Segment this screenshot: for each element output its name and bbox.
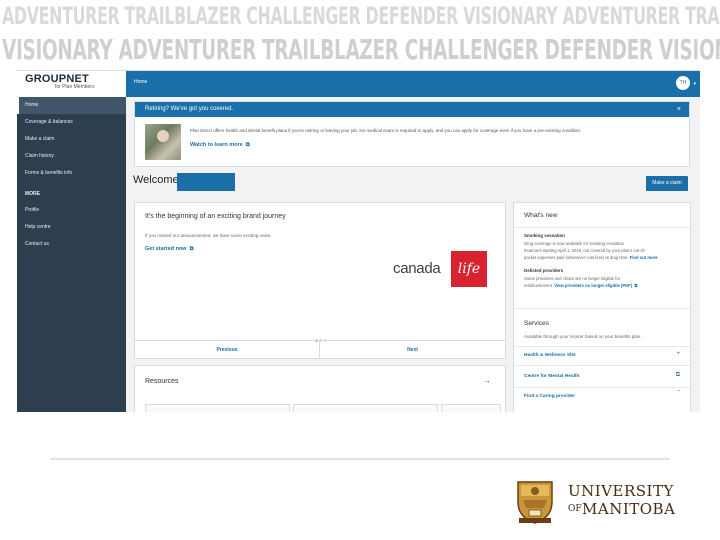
services-title: Services (524, 320, 549, 327)
divider (514, 308, 690, 309)
main-content: Retiring? We've got you covered. × Plan … (126, 97, 700, 412)
smoking-cessation-line-text: pocket expenses paid (whenever cost less… (524, 255, 629, 260)
watch-learn-more-link[interactable]: Watch to learn more ⧉ (190, 142, 250, 149)
university-name-line2: MANITOBA (582, 500, 676, 518)
find-out-more-link[interactable]: Find out more (630, 255, 658, 260)
sidebar-item-home[interactable]: Home (17, 97, 126, 114)
banner-row-2: VISIONARY ADVENTURER TRAILBLAZER CHALLEN… (2, 33, 720, 66)
brand[interactable]: GROUPNET for Plan Members (17, 71, 126, 97)
avatar[interactable]: TH (676, 76, 690, 90)
close-icon[interactable]: × (677, 102, 681, 117)
banner-row-1: ADVENTURER TRAILBLAZER CHALLENGER DEFEND… (2, 2, 720, 30)
sidebar-section-more: MORE (25, 191, 40, 197)
sidebar-item-claim-history[interactable]: Claim history (17, 148, 126, 165)
divider (514, 346, 690, 347)
university-crest-icon (517, 481, 553, 524)
welcome-heading: Welcome (133, 174, 179, 186)
delisted-providers-line: Some providers and clinics are no longer… (524, 276, 621, 281)
get-started-label: Get started now (145, 246, 187, 252)
smoking-cessation-line: Drug coverage is now available for smoki… (524, 241, 624, 246)
chevron-up-icon[interactable]: ˆ (678, 391, 680, 397)
external-link-icon[interactable]: ⧉ (676, 372, 680, 379)
next-button[interactable]: Next (320, 341, 505, 359)
resource-tile[interactable] (145, 404, 290, 412)
watch-learn-more-label: Watch to learn more (190, 142, 243, 148)
plus-icon[interactable]: + (676, 351, 680, 357)
service-health-wellness[interactable]: Health & Wellness Site (524, 353, 576, 358)
divider (514, 227, 690, 228)
view-providers-link[interactable]: View providers no longer eligible (PDF) (554, 283, 632, 288)
sidebar-item-make-claim[interactable]: Make a claim (17, 131, 126, 148)
breadcrumb-home[interactable]: Home (134, 79, 147, 85)
retiring-alert: Retiring? We've got you covered. × Plan … (134, 101, 690, 167)
smoking-cessation-title: Smoking cessation (524, 233, 566, 238)
chevron-down-icon[interactable]: ▾ (693, 81, 696, 87)
whats-new-card: What's new Smoking cessation Drug covera… (513, 202, 691, 412)
sidebar-item-forms[interactable]: Forms & benefits info (17, 165, 126, 182)
canada-life-red-box: life (451, 251, 487, 287)
resource-tile[interactable] (293, 404, 438, 412)
university-name-of: OF (568, 504, 582, 514)
top-word-banner: ADVENTURER TRAILBLAZER CHALLENGER DEFEND… (0, 0, 720, 70)
smoking-cessation-line: pocket expenses paid (whenever cost less… (524, 255, 658, 260)
services-subtitle: Available through your insurer based on … (524, 334, 642, 339)
divider (514, 387, 690, 388)
previous-button[interactable]: Previous (135, 341, 320, 359)
whats-new-title: What's new (524, 212, 558, 219)
alert-title: Retiring? We've got you covered. (145, 106, 234, 112)
top-bar: Home TH ▾ (126, 71, 700, 97)
sidebar-item-help[interactable]: Help centre (17, 219, 126, 236)
divider (514, 365, 690, 366)
canada-life-wordmark: canada (393, 260, 441, 277)
resources-card[interactable]: Resources → (134, 365, 506, 412)
brand-subtitle: for Plan Members (55, 84, 95, 90)
arrow-right-icon[interactable]: → (483, 376, 491, 385)
alert-header: Retiring? We've got you covered. × (135, 102, 689, 117)
delisted-providers-line-text: reimbursement. (524, 283, 554, 288)
delisted-providers-title: Delisted providers (524, 268, 564, 273)
delisted-providers-line: reimbursement. View providers no longer … (524, 283, 637, 288)
groupnet-screenshot: GROUPNET for Plan Members Home Coverage … (17, 70, 700, 412)
sidebar-item-coverage[interactable]: Coverage & balances (17, 114, 126, 131)
sidebar: GROUPNET for Plan Members Home Coverage … (17, 71, 126, 412)
user-name-redacted (177, 173, 235, 191)
resource-tile[interactable] (441, 404, 501, 412)
alert-body: Plan Direct offers health and dental ben… (190, 128, 582, 133)
university-of-manitoba-logo: UNIVERSITY OF MANITOBA (516, 476, 676, 526)
make-claim-button[interactable]: Make a claim (646, 176, 688, 191)
external-link-icon: ⧉ (188, 246, 194, 252)
service-find-provider[interactable]: Find a Caring provider (524, 394, 575, 399)
get-started-link[interactable]: Get started now ⧉ (145, 246, 194, 253)
smoking-cessation-line: treatment starting April 1, 2019, not co… (524, 248, 646, 253)
footer-divider (50, 458, 670, 460)
carousel-nav: Previous Next (135, 340, 505, 359)
external-link-icon: ⧉ (244, 142, 250, 148)
brand-journey-card: It's the beginning of an exciting brand … (134, 202, 506, 359)
external-link-icon: ⧉ (633, 283, 638, 288)
service-mental-health[interactable]: Centre for Mental Health (524, 374, 579, 379)
university-name-line1: UNIVERSITY (568, 482, 674, 500)
journey-title: It's the beginning of an exciting brand … (145, 213, 286, 220)
resources-title: Resources (145, 378, 179, 385)
sidebar-item-profile[interactable]: Profile (17, 202, 126, 219)
journey-text: If you missed our announcement, we have … (145, 233, 272, 238)
sidebar-item-contact[interactable]: Contact us (17, 236, 126, 253)
alert-photo (145, 124, 181, 160)
